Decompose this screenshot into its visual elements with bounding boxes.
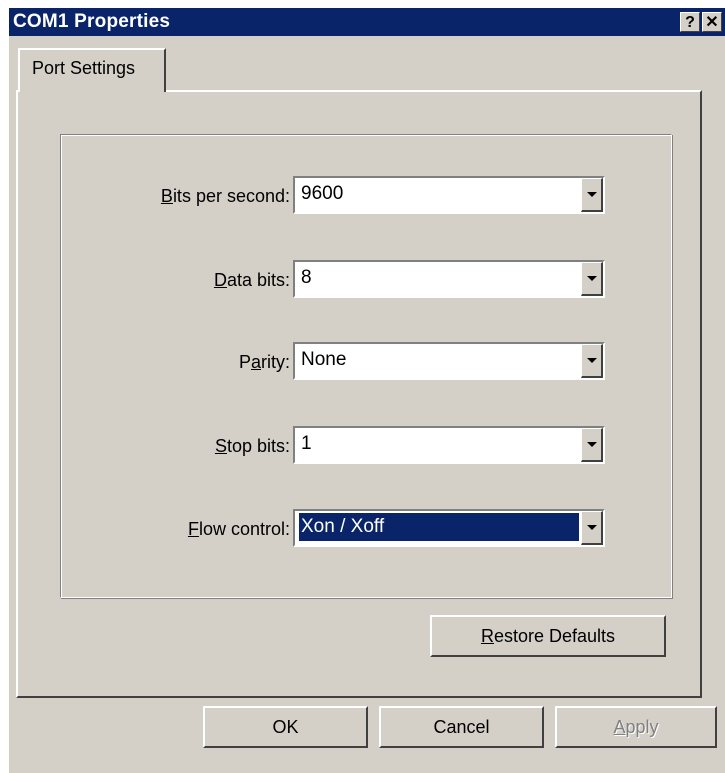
- apply-button[interactable]: Apply: [555, 706, 717, 748]
- flow-control-combobox[interactable]: Xon / Xoff: [293, 509, 605, 547]
- help-button[interactable]: ?: [680, 12, 700, 32]
- bits-per-second-dropdown-button[interactable]: [581, 178, 603, 212]
- tab-port-settings[interactable]: Port Settings: [18, 48, 166, 92]
- data-bits-label: Data bits:: [213, 270, 290, 290]
- parity-value: None: [301, 349, 347, 370]
- flow-control-label: Flow control:: [187, 519, 290, 539]
- bits-per-second-label: Bits per second:: [160, 186, 290, 206]
- chevron-down-icon: [587, 525, 597, 530]
- flow-control-value: Xon / Xoff: [299, 513, 579, 541]
- restore-defaults-button[interactable]: Restore Defaults: [430, 615, 666, 657]
- chevron-down-icon: [587, 192, 597, 197]
- flow-control-dropdown-button[interactable]: [581, 511, 603, 545]
- parity-label: Parity:: [238, 352, 290, 372]
- data-bits-combobox[interactable]: 8: [293, 260, 605, 298]
- ok-button[interactable]: OK: [203, 706, 368, 748]
- tab-port-settings-label: Port Settings: [32, 58, 136, 78]
- parity-dropdown-button[interactable]: [581, 344, 603, 378]
- cancel-button[interactable]: Cancel: [379, 706, 544, 748]
- close-icon: ✕: [705, 14, 719, 31]
- bits-per-second-value: 9600: [301, 183, 344, 204]
- stop-bits-label: Stop bits:: [214, 436, 290, 456]
- close-button[interactable]: ✕: [702, 12, 722, 32]
- window-title: COM1 Properties: [13, 11, 171, 32]
- chevron-down-icon: [587, 276, 597, 281]
- help-icon: ?: [685, 14, 695, 31]
- bits-per-second-combobox[interactable]: 9600: [293, 176, 605, 214]
- parity-combobox[interactable]: None: [293, 342, 605, 380]
- chevron-down-icon: [587, 358, 597, 363]
- stop-bits-value: 1: [301, 433, 312, 454]
- chevron-down-icon: [587, 442, 597, 447]
- stop-bits-dropdown-button[interactable]: [581, 428, 603, 462]
- data-bits-value: 8: [301, 267, 312, 288]
- data-bits-dropdown-button[interactable]: [581, 262, 603, 296]
- stop-bits-combobox[interactable]: 1: [293, 426, 605, 464]
- title-bar[interactable]: COM1 Properties ? ✕: [9, 8, 725, 36]
